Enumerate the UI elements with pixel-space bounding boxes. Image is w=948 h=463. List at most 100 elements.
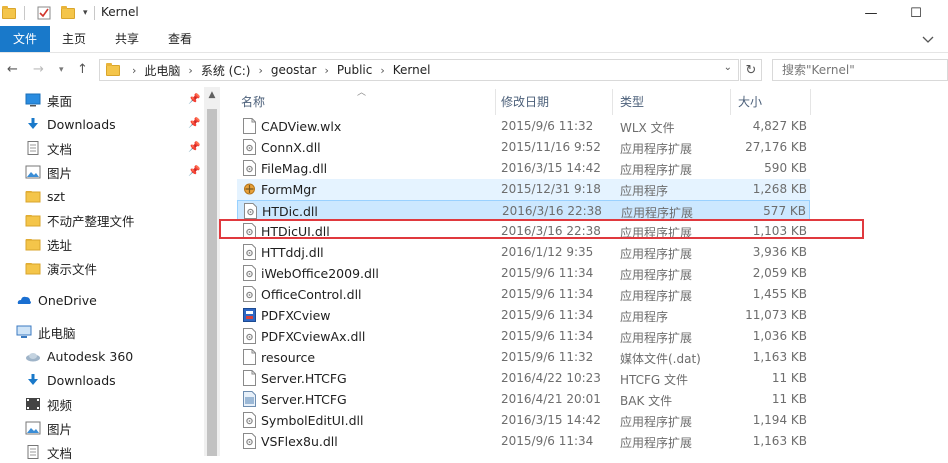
column-divider[interactable] [612,89,613,115]
file-name: Server.HTCFG [261,392,347,407]
file-type: 应用程序 [620,184,669,198]
file-type: 应用程序扩展 [620,247,693,261]
properties-icon[interactable] [37,6,51,20]
column-header-date[interactable]: 修改日期 [501,87,549,115]
file-row[interactable]: CADView.wlx 2015/9/6 11:32 WLX 文件 4,827 KB [237,116,810,137]
file-modified-date: 2015/9/6 11:34 [501,308,594,322]
file-row[interactable]: VSFlex8u.dll 2015/9/6 11:34 应用程序扩展 1,163 KB [237,431,810,452]
app-icon [243,181,256,197]
breadcrumb-this-pc[interactable]: 此电脑 [144,62,180,79]
file-modified-date: 2015/9/6 11:34 [501,287,594,301]
crumb-separator-icon[interactable]: › [258,64,262,77]
breadcrumb-c-drive[interactable]: 系统 (C:) [201,62,251,79]
breadcrumb-public[interactable]: Public [337,63,373,77]
file-modified-date: 2016/3/15 14:42 [501,413,601,427]
customize-toolbar-icon[interactable]: ▾ [83,8,88,18]
file-type: 媒体文件(.dat) [620,352,701,366]
up-arrow-icon[interactable]: ↑ [77,62,88,77]
file-row[interactable]: HTTddj.dll 2016/1/12 9:35 应用程序扩展 3,936 KB [237,242,810,263]
picture-icon [25,421,41,435]
refresh-button[interactable]: ↻ [740,59,762,81]
scrollbar-thumb[interactable] [207,109,217,456]
dll-icon [243,160,256,176]
column-divider[interactable] [495,89,496,115]
file-row[interactable]: Server.HTCFG 2016/4/21 20:01 BAK 文件 11 KB [237,389,810,410]
nav-item-quick-0[interactable]: 桌面 [25,89,72,111]
nav-item-quick-7[interactable]: 演示文件 [25,257,97,279]
tab-view[interactable]: 查看 [168,26,192,52]
nav-item-quick-1[interactable]: Downloads [25,113,116,135]
column-header-size[interactable]: 大小 [738,87,762,115]
dll-icon [243,412,256,428]
nav-item-quick-6[interactable]: 选址 [25,233,72,255]
file-modified-date: 2016/3/15 14:42 [501,161,601,175]
file-modified-date: 2015/9/6 11:34 [501,329,594,343]
minimize-button[interactable]: — [848,0,894,26]
file-size: 11,073 KB [745,308,807,322]
nav-item-pc-1[interactable]: Downloads [25,369,116,391]
file-row[interactable]: resource 2015/9/6 11:32 媒体文件(.dat) 1,163 KB [237,347,810,368]
file-name: SymbolEditUI.dll [261,413,364,428]
file-size: 577 KB [763,204,806,218]
address-dropdown-icon[interactable]: ⌄ [724,62,732,73]
nav-item-quick-3[interactable]: 图片 [25,161,72,183]
picture-icon [25,165,41,179]
crumb-separator-icon[interactable]: › [132,64,136,77]
file-row[interactable]: iWebOffice2009.dll 2015/9/6 11:34 应用程序扩展 2,… [237,263,810,284]
maximize-button[interactable]: ☐ [893,0,939,26]
file-size: 1,268 KB [752,182,807,196]
column-header-name[interactable]: 名称 [241,87,265,115]
file-row[interactable]: FormMgr 2015/12/31 9:18 应用程序 1,268 KB [237,179,810,200]
pin-icon[interactable]: 📌 [188,118,200,129]
search-input[interactable]: 搜索"Kernel" [772,59,948,81]
file-row[interactable]: ConnX.dll 2015/11/16 9:52 应用程序扩展 27,176 KB [237,137,810,158]
dll-icon [243,286,256,302]
nav-item-this-pc[interactable]: 此电脑 [16,321,76,343]
tab-home[interactable]: 主页 [62,26,86,52]
nav-item-quick-4[interactable]: szt [25,185,65,207]
breadcrumb-kernel[interactable]: Kernel [393,63,431,77]
crumb-separator-icon[interactable]: › [188,64,192,77]
breadcrumb-geostar[interactable]: geostar [271,63,317,77]
file-modified-date: 2016/4/22 10:23 [501,371,601,385]
column-header-type[interactable]: 类型 [620,87,644,115]
file-row[interactable]: PDFXCviewAx.dll 2015/9/6 11:34 应用程序扩展 1,036… [237,326,810,347]
file-row[interactable]: FileMag.dll 2016/3/15 14:42 应用程序扩展 590 KB [237,158,810,179]
recent-locations-chevron-icon[interactable]: ▾ [59,65,64,75]
column-divider[interactable] [730,89,731,115]
tab-share[interactable]: 共享 [115,26,139,52]
file-row[interactable]: PDFXCview 2015/9/6 11:34 应用程序 11,073 KB [237,305,810,326]
nav-item-pc-2[interactable]: 视频 [25,393,72,415]
file-name: PDFXCviewAx.dll [261,329,366,344]
expand-ribbon-icon[interactable] [922,36,934,44]
nav-item-onedrive[interactable]: OneDrive [16,289,97,311]
file-row[interactable]: Server.HTCFG 2016/4/22 10:23 HTCFG 文件 11 KB [237,368,810,389]
nav-item-quick-2[interactable]: 文档 [25,137,72,159]
file-row[interactable]: HTDic.dll 2016/3/16 22:38 应用程序扩展 577 KB [237,200,810,221]
video-icon [25,397,41,411]
crumb-separator-icon[interactable]: › [380,64,384,77]
file-icon [243,118,256,134]
address-bar[interactable]: › 此电脑 › 系统 (C:) › geostar › Public › Ker… [99,59,739,81]
nav-item-pc-3[interactable]: 图片 [25,417,72,439]
dll-icon [243,328,256,344]
nav-item-quick-5[interactable]: 不动产整理文件 [25,209,135,231]
nav-scrollbar[interactable]: ▲ [204,87,220,456]
column-divider[interactable] [810,89,811,115]
divider [93,6,95,20]
pin-icon[interactable]: 📌 [188,166,200,177]
nav-item-pc-4[interactable]: 文档 [25,441,72,463]
scroll-up-icon[interactable]: ▲ [204,90,220,100]
new-folder-icon[interactable] [61,5,75,19]
back-arrow-icon[interactable]: ← [7,62,18,77]
file-row[interactable]: SymbolEditUI.dll 2016/3/15 14:42 应用程序扩展 1,1… [237,410,810,431]
crumb-separator-icon[interactable]: › [324,64,328,77]
tab-file[interactable]: 文件 [0,26,50,52]
file-row[interactable]: OfficeControl.dll 2015/9/6 11:34 应用程序扩展 1,4… [237,284,810,305]
nav-item-label: 文档 [47,141,73,157]
forward-arrow-icon[interactable]: → [33,62,44,77]
pin-icon[interactable]: 📌 [188,142,200,153]
nav-item-pc-0[interactable]: Autodesk 360 [25,345,133,367]
file-name: ConnX.dll [261,140,321,155]
pin-icon[interactable]: 📌 [188,94,200,105]
